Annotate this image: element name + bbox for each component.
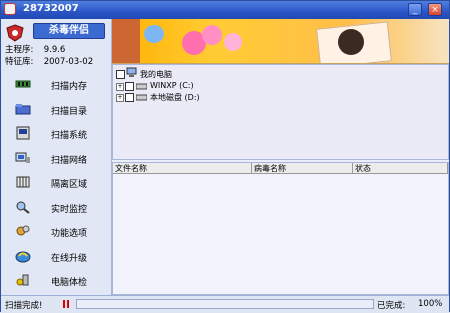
menu-label: 扫描内存 — [51, 82, 88, 92]
drive-c-checkbox[interactable] — [125, 82, 134, 91]
network-icon — [15, 152, 30, 163]
update-icon — [15, 251, 31, 262]
signature-value: 2007-03-02 — [43, 57, 94, 67]
signature-label: 特征库: — [5, 57, 34, 67]
quarantine-icon — [16, 176, 30, 188]
drive-d-checkbox[interactable] — [125, 93, 134, 102]
menu-item-realtime-monitor[interactable]: 实时监控 — [7, 196, 105, 221]
version-value: 9.9.6 — [43, 45, 66, 55]
drive-icon — [136, 94, 147, 101]
menu-label: 功能选项 — [51, 229, 88, 239]
version-row: 主程序: 9.9.6 — [5, 43, 65, 55]
sidebar: 杀毒伴侣 主程序: 9.9.6 特征库: 2007-03-02 扫描内存 扫描目… — [1, 19, 112, 295]
computer-icon — [126, 67, 137, 77]
function-menu: 扫描内存 扫描目录 扫描系统 扫描网络 隔离区域 实时监控 功能选项 在线升级 … — [7, 73, 105, 294]
banner-decoration — [112, 19, 140, 63]
menu-label: 扫描目录 — [51, 106, 88, 117]
column-virus-name[interactable]: 病毒名称 — [252, 163, 353, 174]
app-icon — [4, 3, 16, 15]
header-banner — [112, 19, 449, 64]
tree-drive-d-label[interactable]: 本地磁盘 (D:) — [150, 92, 200, 103]
status-bar: 扫描完成! 已完成: 100% — [1, 295, 449, 313]
version-label: 主程序: — [5, 45, 34, 55]
menu-item-scan-folder[interactable]: 扫描目录 — [7, 98, 105, 123]
close-button[interactable]: × — [428, 3, 442, 16]
expand-icon[interactable]: + — [116, 83, 124, 91]
checkup-icon — [16, 274, 29, 286]
pause-icon[interactable] — [60, 299, 72, 310]
monitor-icon — [16, 201, 30, 214]
drive-icon — [136, 83, 147, 90]
done-percent: 100% — [418, 299, 443, 309]
menu-item-quarantine[interactable]: 隔离区域 — [7, 171, 105, 196]
menu-label: 隔离区域 — [51, 180, 88, 190]
options-icon — [16, 225, 30, 236]
brand-title: 杀毒伴侣 — [33, 23, 105, 39]
balloon-decoration — [144, 25, 164, 43]
menu-item-options[interactable]: 功能选项 — [7, 220, 105, 245]
menu-item-scan-memory[interactable]: 扫描内存 — [7, 73, 105, 98]
column-status[interactable]: 状态 — [353, 163, 448, 174]
root-checkbox[interactable] — [116, 70, 125, 79]
menu-item-scan-network[interactable]: 扫描网络 — [7, 147, 105, 172]
signature-row: 特征库: 2007-03-02 — [5, 55, 93, 67]
done-label: 已完成: — [377, 301, 406, 311]
status-text: 扫描完成! — [5, 301, 43, 311]
menu-label: 电脑体检 — [51, 278, 88, 288]
menu-item-scan-system[interactable]: 扫描系统 — [7, 122, 105, 147]
scan-target-tree: 我的电脑 + WINXP (C:) + 本地磁盘 (D:) — [112, 64, 449, 160]
menu-item-online-update[interactable]: 在线升级 — [7, 245, 105, 270]
scan-progress-bar — [76, 299, 374, 309]
column-file-name[interactable]: 文件名称 — [113, 163, 252, 174]
window-title: 28732007 — [23, 3, 79, 14]
flower-decoration — [202, 25, 222, 45]
memory-icon — [15, 80, 31, 88]
minimize-button[interactable]: _ — [408, 3, 422, 16]
menu-item-pc-checkup[interactable]: 电脑体检 — [7, 269, 105, 294]
results-table: 文件名称 病毒名称 状态 — [112, 162, 449, 295]
shield-logo-icon — [6, 24, 24, 42]
app-window: 28732007 _ × 杀毒伴侣 主程序: 9.9.6 特征库: 2007-0… — [0, 0, 450, 313]
portrait-decoration — [338, 29, 364, 55]
system-icon — [16, 126, 30, 140]
menu-label: 扫描系统 — [51, 131, 88, 141]
expand-icon[interactable]: + — [116, 94, 124, 102]
flower-decoration — [224, 33, 242, 51]
menu-label: 实时监控 — [51, 204, 88, 215]
title-bar: 28732007 _ × — [1, 1, 449, 20]
tree-drive-c-label[interactable]: WINXP (C:) — [150, 81, 194, 90]
menu-label: 在线升级 — [51, 253, 88, 264]
menu-label: 扫描网络 — [51, 155, 88, 166]
tree-root-label[interactable]: 我的电脑 — [140, 69, 172, 80]
folder-icon — [15, 103, 31, 114]
